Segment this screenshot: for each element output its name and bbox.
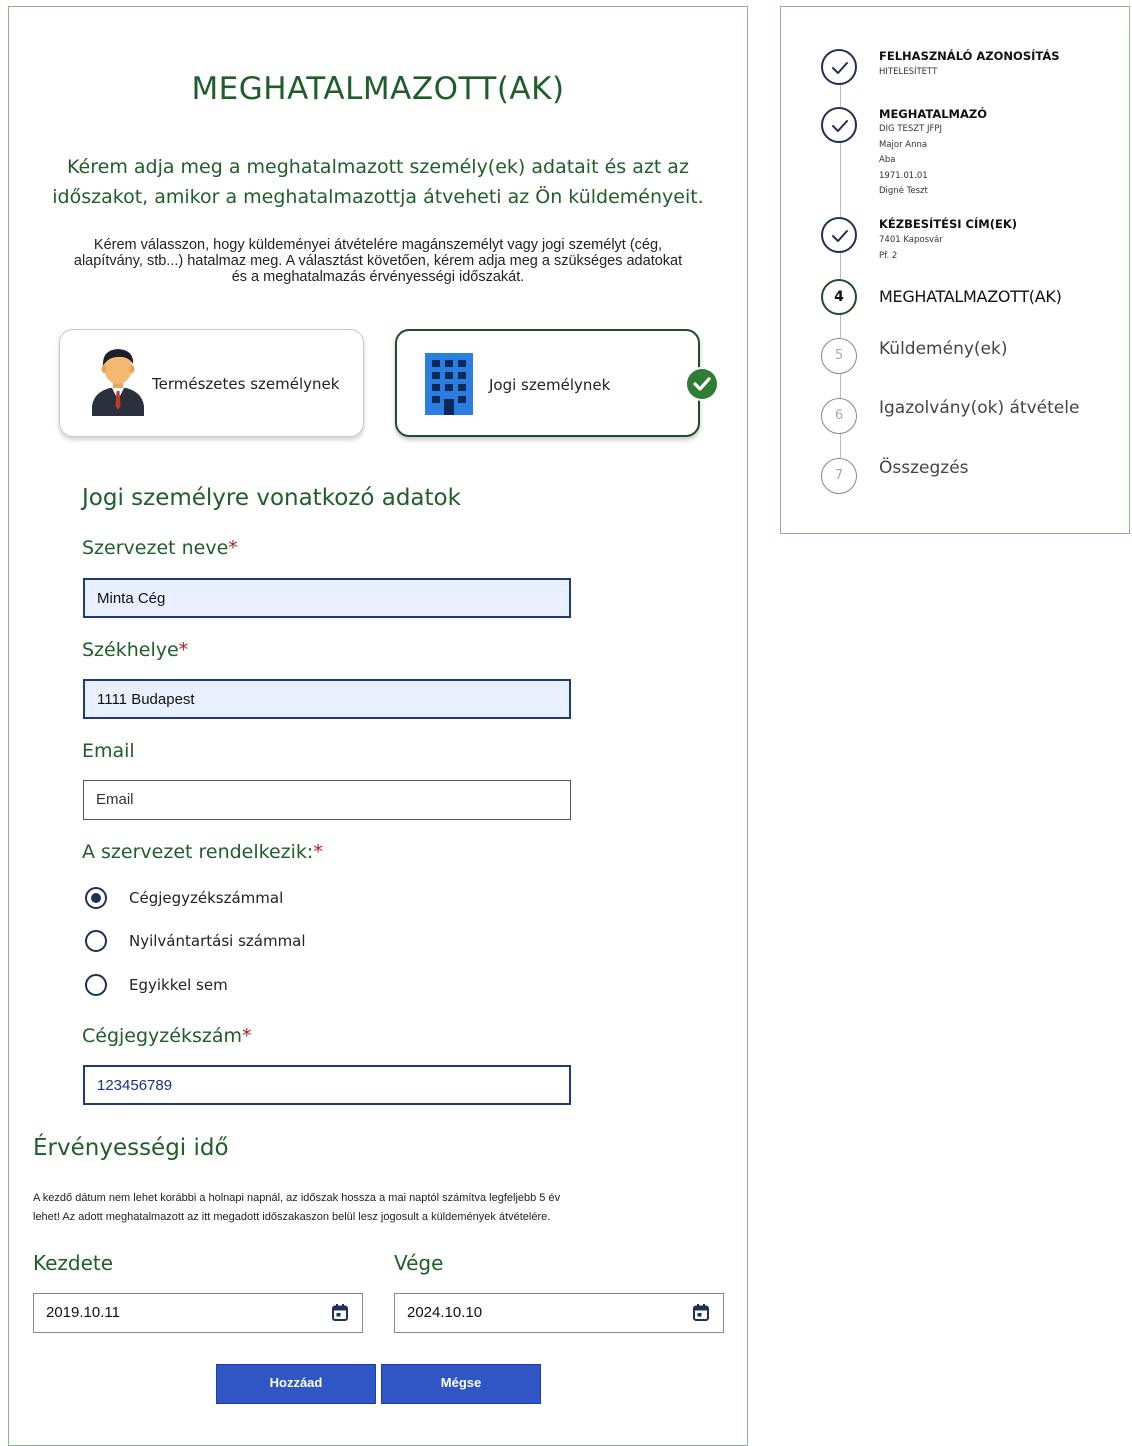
step-3-check-icon — [821, 217, 857, 253]
legal-person-label: Jogi személynek — [489, 376, 611, 394]
email-input[interactable]: Email — [83, 780, 571, 820]
step-4-number: 4 — [821, 279, 857, 315]
step-4-title: MEGHATALMAZOTT(AK) — [879, 287, 1062, 306]
step-detail-line: Pf. 2 — [879, 250, 898, 261]
step-detail-line: Aba — [879, 155, 896, 165]
org-name-label-text: Szervezet neve — [82, 537, 229, 559]
email-label: Email — [82, 740, 135, 762]
org-name-label: Szervezet neve* — [82, 537, 238, 559]
intro-text: Kérem válasszon, hogy küldeményei átvéte… — [21, 237, 735, 285]
step-5-title: Küldemény(ek) — [879, 339, 1008, 359]
building-icon — [425, 353, 473, 415]
start-date-label: Kezdete — [33, 1251, 114, 1275]
reg-number-input[interactable]: 123456789 — [83, 1065, 571, 1105]
reg-number-label: Cégjegyzékszám* — [82, 1025, 251, 1047]
step-3-details: 7401 Kaposvár Pf. 2 — [879, 233, 943, 264]
person-icon — [92, 349, 144, 416]
subtitle: Kérem adja meg a meghatalmazott személy(… — [29, 152, 727, 212]
required-mark: * — [228, 537, 238, 559]
org-name-input[interactable]: Minta Cég — [83, 578, 571, 618]
seat-label: Székhelye* — [82, 639, 188, 661]
step-detail-line: DIG TESZT JFPJ — [879, 124, 943, 134]
has-label-text: A szervezet rendelkezik: — [82, 841, 314, 863]
validity-note-line-1: A kezdő dátum nem lehet korábbi a holnap… — [33, 1192, 561, 1204]
step-detail-line: 1971.01.01 — [879, 170, 928, 181]
step-6-title: Igazolvány(ok) átvétele — [879, 398, 1080, 418]
has-label: A szervezet rendelkezik:* — [82, 841, 323, 863]
radio-label: Cégjegyzékszámmal — [129, 889, 284, 907]
subtitle-line-1: Kérem adja meg a meghatalmazott személy(… — [67, 156, 689, 178]
required-mark: * — [178, 639, 189, 661]
step-2-details: DIG TESZT JFPJ Major Anna Aba 1971.01.01… — [879, 122, 942, 200]
step-detail-line: Digné Teszt — [879, 186, 928, 196]
intro-line-2: alapítvány, stb...) hatalmaz meg. A vála… — [73, 253, 683, 269]
page-title: MEGHATALMAZOTT(AK) — [191, 71, 565, 107]
validity-heading: Érvényességi idő — [33, 1135, 229, 1161]
radio-selected-dot — [91, 893, 101, 903]
seat-input[interactable]: 1111 Budapest — [83, 679, 571, 719]
legal-person-card[interactable]: Jogi személynek — [395, 329, 719, 437]
step-1-details: HITELESÍTETT — [879, 65, 937, 81]
end-date-value: 2024.10.10 — [407, 1304, 483, 1321]
end-date-input[interactable]: 2024.10.10 — [394, 1293, 724, 1333]
section-heading: Jogi személyre vonatkozó adatok — [82, 485, 461, 511]
radio-button[interactable] — [85, 930, 107, 952]
step-detail-line: 7401 Kaposvár — [879, 235, 943, 245]
add-button[interactable]: Hozzáad — [216, 1364, 376, 1404]
step-1-check-icon — [821, 49, 857, 85]
calendar-icon[interactable] — [693, 1304, 709, 1321]
subtitle-line-2: időszakot, amikor a meghatalmazottja átv… — [52, 186, 704, 208]
start-date-input[interactable]: 2019.10.11 — [33, 1293, 363, 1333]
required-mark: * — [313, 841, 323, 863]
step-2-check-icon — [821, 107, 857, 143]
radio-button[interactable] — [85, 974, 107, 996]
intro-line-3: és a meghatalmazás érvényességi időszaká… — [231, 269, 525, 285]
step-6-number: 6 — [821, 398, 857, 434]
cancel-button[interactable]: Mégse — [381, 1364, 541, 1404]
natural-person-label: Természetes személynek — [152, 375, 340, 393]
step-detail-line: HITELESÍTETT — [879, 67, 938, 77]
required-mark: * — [241, 1025, 252, 1047]
step-7-title: Összegzés — [879, 458, 969, 478]
selected-check-icon — [685, 367, 719, 401]
step-2-title: MEGHATALMAZÓ — [879, 107, 988, 121]
step-3-title: KÉZBESÍTÉSI CÍM(EK) — [879, 217, 1017, 231]
stepper-panel: FELHASZNÁLÓ AZONOSÍTÁS HITELESÍTETT MEGH… — [780, 6, 1130, 534]
main-panel: MEGHATALMAZOTT(AK) Kérem adja meg a megh… — [8, 6, 748, 1446]
natural-person-card[interactable]: Természetes személynek — [59, 329, 364, 437]
intro-line-1: Kérem válasszon, hogy küldeményei átvéte… — [93, 237, 663, 253]
reg-number-label-text: Cégjegyzékszám — [82, 1025, 242, 1047]
step-7-number: 7 — [821, 458, 857, 494]
end-date-label: Vége — [394, 1251, 444, 1275]
step-5-number: 5 — [821, 338, 857, 374]
validity-note-line-2: lehet! Az adott meghatalmazott az itt me… — [33, 1211, 551, 1223]
seat-label-text: Székhelye — [82, 639, 179, 661]
calendar-icon[interactable] — [332, 1304, 348, 1321]
radio-label: Nyilvántartási számmal — [129, 932, 306, 950]
step-1-title: FELHASZNÁLÓ AZONOSÍTÁS — [879, 49, 1060, 63]
start-date-value: 2019.10.11 — [46, 1304, 120, 1321]
step-detail-line: Major Anna — [879, 139, 928, 150]
radio-label: Egyikkel sem — [129, 976, 228, 994]
radio-button[interactable] — [85, 887, 107, 909]
validity-note: A kezdő dátum nem lehet korábbi a holnap… — [33, 1189, 743, 1227]
